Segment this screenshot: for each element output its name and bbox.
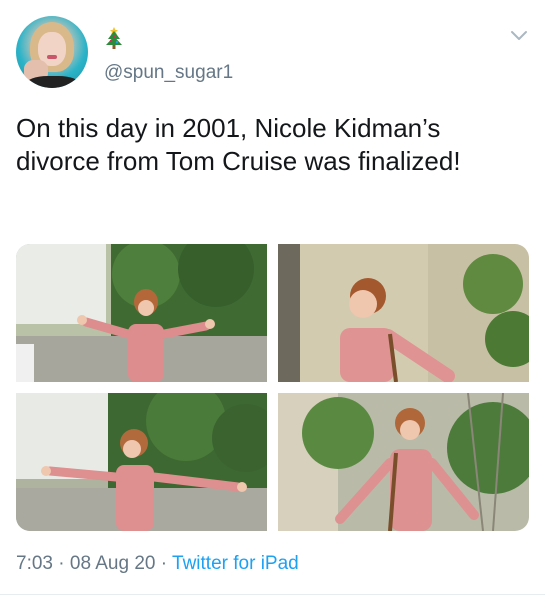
avatar[interactable] [16, 16, 88, 88]
meta-separator: · [52, 553, 70, 574]
tweet-meta: 7:03 · 08 Aug 20 · Twitter for iPad [16, 553, 299, 575]
tweet-text: On this day in 2001, Nicole Kidman’s div… [16, 113, 461, 176]
photo-4[interactable] [278, 393, 529, 531]
christmas-tree-icon [106, 27, 122, 49]
tweet-date[interactable]: 08 Aug 20 [70, 553, 156, 574]
photo-3[interactable] [16, 393, 267, 531]
divider [0, 594, 545, 595]
chevron-down-icon[interactable] [510, 30, 528, 42]
tweet-time[interactable]: 7:03 [16, 553, 53, 574]
tweet-header: @spun_sugar1 [0, 0, 545, 100]
avatar-lips [47, 55, 57, 59]
user-handle[interactable]: @spun_sugar1 [104, 62, 233, 84]
meta-separator: · [155, 553, 173, 574]
tweet-source-link[interactable]: Twitter for iPad [172, 553, 299, 574]
avatar-shirt [26, 76, 80, 88]
media-grid [16, 244, 529, 531]
photo-2[interactable] [278, 244, 529, 382]
photo-1[interactable] [16, 244, 267, 382]
